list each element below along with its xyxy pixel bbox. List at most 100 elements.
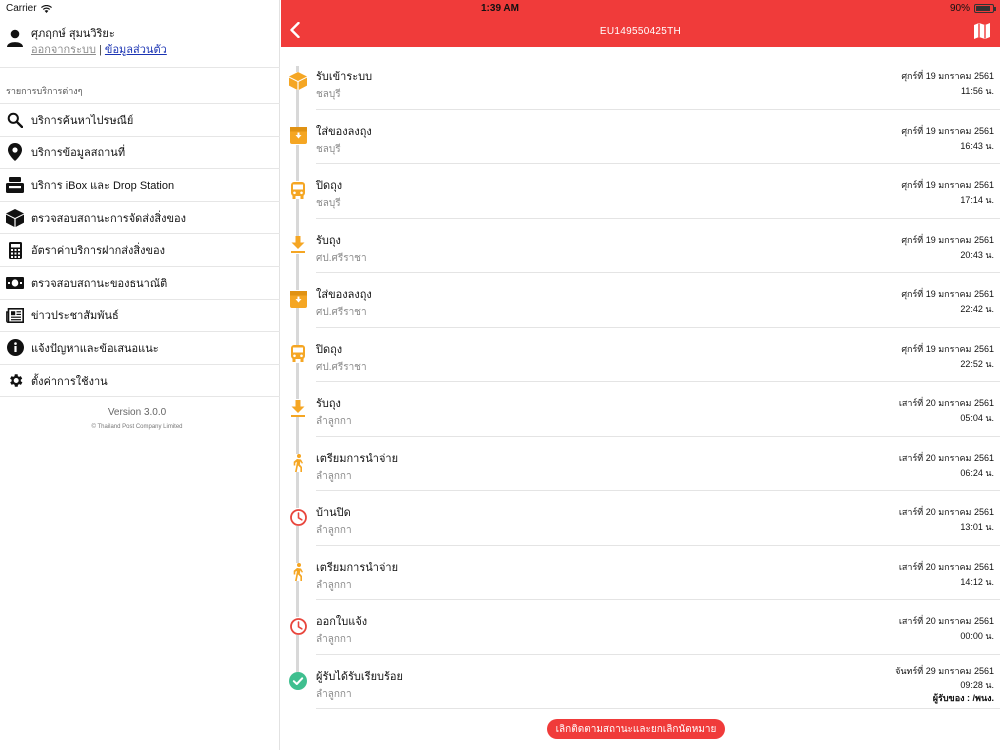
check-circle-icon xyxy=(289,671,307,690)
event-time: 13:01 น. xyxy=(960,522,994,532)
user-icon xyxy=(7,29,23,47)
parcel-box-icon xyxy=(289,72,307,90)
tracking-event: รับถุง ศป.ศรีราชา ศุกร์ที่ 19 มกราคม 256… xyxy=(281,219,1000,273)
event-recipient: ผู้รับของ : /พนง. xyxy=(932,692,994,703)
clock-icon xyxy=(289,617,307,635)
event-title: ผู้รับได้รับเรียบร้อย xyxy=(316,670,403,683)
event-date: ศุกร์ที่ 19 มกราคม 2561 xyxy=(901,71,994,81)
sidebar-item-money-order[interactable]: ตรวจสอบสถานะของธนาณัติ xyxy=(0,267,280,300)
sidebar: ศุภฤกษ์ สุมนวิริยะ ออกจากระบบ | ข้อมูลส่… xyxy=(0,0,280,750)
bus-icon xyxy=(289,344,307,363)
gear-icon xyxy=(6,372,24,390)
sidebar-item-label: อัตราค่าบริการฝากส่งสิ่งของ xyxy=(31,245,165,258)
event-location: ลำลูกกา xyxy=(316,634,352,645)
bag-in-icon xyxy=(289,290,307,308)
newspaper-icon xyxy=(6,306,24,324)
event-date: เสาร์ที่ 20 มกราคม 2561 xyxy=(898,452,994,463)
tracking-event: รับเข้าระบบ ชลบุรี ศุกร์ที่ 19 มกราคม 25… xyxy=(281,55,1000,110)
tracking-event: เตรียมการนำจ่าย ลำลูกกา เสาร์ที่ 20 มกรา… xyxy=(281,546,1000,600)
event-time: 14:12 น. xyxy=(960,576,994,587)
divider xyxy=(316,708,1000,709)
search-icon xyxy=(6,111,24,129)
tracking-event: ใส่ของลงถุง ศป.ศรีราชา ศุกร์ที่ 19 มกราค… xyxy=(281,273,1000,328)
status-bar: Carrier 1:39 AM 90% xyxy=(0,0,1000,16)
profile-header: ศุภฤกษ์ สุมนวิริยะ ออกจากระบบ | ข้อมูลส่… xyxy=(0,16,280,68)
ibox-icon xyxy=(6,176,24,194)
event-date: ศุกร์ที่ 19 มกราคม 2561 xyxy=(901,180,994,190)
info-icon xyxy=(6,339,24,357)
tracking-detail-panel: EU149550425TH รับเข้าระบบ ชลบุรี ศุกร์ที… xyxy=(281,0,1000,750)
version-label: Version 3.0.0 xyxy=(107,407,167,418)
event-time: 11:56 น. xyxy=(960,86,994,96)
event-location: ลำลูกกา xyxy=(316,688,352,700)
battery-icon xyxy=(974,4,996,13)
event-date: เสาร์ที่ 20 มกราคม 2561 xyxy=(898,507,994,517)
sidebar-item-track-delivery[interactable]: ตรวจสอบสถานะการจัดส่งสิ่งของ xyxy=(0,202,280,235)
tracking-event: ปิดถุง ศป.ศรีราชา ศุกร์ที่ 19 มกราคม 256… xyxy=(281,328,1000,382)
event-location: ลำลูกกา xyxy=(316,416,352,427)
event-time: 22:42 น. xyxy=(960,304,994,314)
event-title: ใส่ของลงถุง xyxy=(316,125,372,138)
event-date: เสาร์ที่ 20 มกราคม 2561 xyxy=(898,398,994,408)
event-location: ลำลูกกา xyxy=(316,579,352,591)
sidebar-item-settings[interactable]: ตั้งค่าการใช้งาน xyxy=(0,365,280,398)
link-separator: | xyxy=(95,44,105,56)
event-location: ชลบุรี xyxy=(316,89,341,100)
tracking-event: รับถุง ลำลูกกา เสาร์ที่ 20 มกราคม 2561 0… xyxy=(281,382,1000,437)
event-time: 00:00 น. xyxy=(960,631,994,641)
sidebar-menu: บริการค้นหาไปรษณีย์ บริการข้อมูลสถานที่ … xyxy=(0,103,280,398)
sidebar-item-rates[interactable]: อัตราค่าบริการฝากส่งสิ่งของ xyxy=(0,234,280,267)
sidebar-item-label: บริการข้อมูลสถานที่ xyxy=(31,147,126,160)
sidebar-item-label: ตั้งค่าการใช้งาน xyxy=(31,375,108,388)
sidebar-item-label: ตรวจสอบสถานะการจัดส่งสิ่งของ xyxy=(31,212,186,225)
download-arrow-icon xyxy=(289,399,307,417)
event-location: ศป.ศรีราชา xyxy=(316,252,367,264)
event-time: 05:04 น. xyxy=(960,413,994,423)
event-date: ศุกร์ที่ 19 มกราคม 2561 xyxy=(901,289,994,299)
tracking-event: ผู้รับได้รับเรียบร้อย ลำลูกกา จันทร์ที่ … xyxy=(281,655,1000,709)
bag-in-icon xyxy=(289,126,307,145)
event-time: 06:24 น. xyxy=(960,467,994,478)
event-location: ศป.ศรีราชา xyxy=(316,307,367,318)
map-icon xyxy=(974,23,990,39)
event-location: ศป.ศรีราชา xyxy=(316,361,367,373)
sidebar-item-label: บริการค้นหาไปรษณีย์ xyxy=(31,114,134,127)
battery-group: 90% xyxy=(950,3,996,14)
logout-link[interactable]: ออกจากระบบ xyxy=(31,44,96,56)
sidebar-item-post-office-search[interactable]: บริการค้นหาไปรษณีย์ xyxy=(0,104,280,137)
sidebar-item-label: บริการ iBox และ Drop Station xyxy=(31,179,175,192)
download-arrow-icon xyxy=(289,235,307,254)
untrack-cancel-button[interactable]: เลิกติดตามสถานะและยกเลิกนัดหมาย xyxy=(547,719,725,739)
profile-link[interactable]: ข้อมูลส่วนตัว xyxy=(105,44,167,56)
sidebar-item-ibox[interactable]: บริการ iBox และ Drop Station xyxy=(0,169,280,202)
event-title: ปิดถุง xyxy=(316,343,343,356)
event-date: ศุกร์ที่ 19 มกราคม 2561 xyxy=(901,234,994,245)
walking-person-icon xyxy=(289,562,307,581)
sidebar-item-place-info[interactable]: บริการข้อมูลสถานที่ xyxy=(0,137,280,170)
tracking-event: ใส่ของลงถุง ชลบุรี ศุกร์ที่ 19 มกราคม 25… xyxy=(281,110,1000,164)
event-title: รับเข้าระบบ xyxy=(316,71,373,83)
sidebar-item-label: แจ้งปัญหาและข้อเสนอแนะ xyxy=(31,342,159,355)
event-title: เตรียมการนำจ่าย xyxy=(316,561,399,574)
event-title: ออกใบแจ้ง xyxy=(316,616,368,628)
event-date: จันทร์ที่ 29 มกราคม 2561 xyxy=(895,665,994,676)
copyright-label: © Thailand Post Company Limited xyxy=(91,424,183,430)
event-location: ชลบุรี xyxy=(316,143,341,155)
event-date: ศุกร์ที่ 19 มกราคม 2561 xyxy=(901,125,994,136)
calculator-icon xyxy=(6,241,24,259)
sidebar-item-news[interactable]: ข่าวประชาสัมพันธ์ xyxy=(0,300,280,333)
tracking-event: ออกใบแจ้ง ลำลูกกา เสาร์ที่ 20 มกราคม 256… xyxy=(281,600,1000,655)
event-time: 20:43 น. xyxy=(960,249,994,260)
sidebar-item-label: ตรวจสอบสถานะของธนาณัติ xyxy=(31,277,168,290)
tracking-event: บ้านปิด ลำลูกกา เสาร์ที่ 20 มกราคม 2561 … xyxy=(281,491,1000,546)
event-location: ชลบุรี xyxy=(316,198,341,209)
parcel-box-icon xyxy=(6,208,24,227)
event-title: รับถุง xyxy=(316,398,341,410)
event-time: 17:14 น. xyxy=(960,195,994,205)
sidebar-item-feedback[interactable]: แจ้งปัญหาและข้อเสนอแนะ xyxy=(0,332,280,365)
event-location: ลำลูกกา xyxy=(316,470,352,482)
map-button[interactable] xyxy=(973,22,991,40)
event-title: ใส่ของลงถุง xyxy=(316,289,372,301)
event-time: 22:52 น. xyxy=(960,358,994,369)
event-title: เตรียมการนำจ่าย xyxy=(316,452,399,465)
